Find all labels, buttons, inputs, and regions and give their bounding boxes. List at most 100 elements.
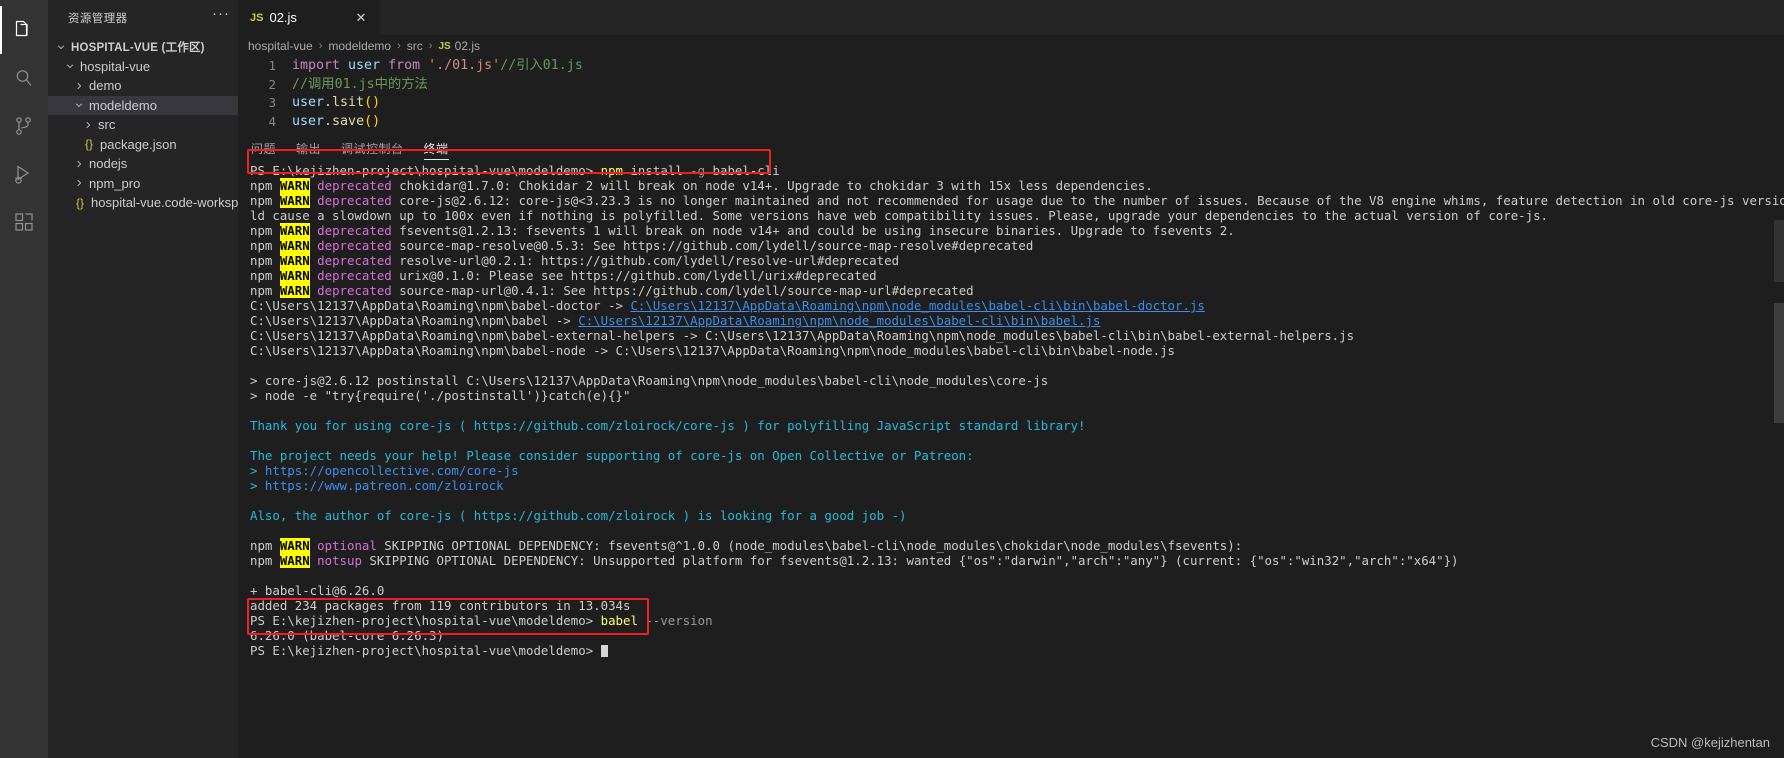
chevron-down-icon[interactable]	[54, 42, 68, 52]
tree-item-hospital-vue[interactable]: hospital-vue	[48, 57, 238, 77]
code-text: import user from './01.js'//引入01.js	[292, 58, 583, 73]
terminal-warning-line: npm WARN deprecated urix@0.1.0: Please s…	[250, 268, 877, 283]
panel-tab-终端[interactable]: 终端	[423, 133, 449, 163]
terminal-command-line: PS E:\kejizhen-project\hospital-vue\mode…	[250, 613, 713, 628]
close-icon[interactable]: ✕	[352, 9, 370, 27]
code-line: 2 //调用01.js中的方法	[238, 76, 1784, 95]
terminal-output[interactable]: PS E:\kejizhen-project\hospital-vue\mode…	[250, 163, 1784, 758]
breadcrumb-separator: ›	[397, 40, 401, 52]
tree-item-hospital-vue-code-workspace[interactable]: {} hospital-vue.code-workspace	[48, 193, 259, 213]
bottom-panel: 问题 输出 调试控制台 终端 PS E:\kejizhen-project\hospi…	[238, 133, 1784, 758]
terminal-output-line: 6.26.0 (babel-core 6.26.3)	[250, 628, 444, 643]
terminal-output-line: added 234 packages from 119 contributors…	[250, 598, 631, 613]
tree-item-demo[interactable]: demo	[48, 76, 238, 96]
panel-tab-调试控制台[interactable]: 调试控制台	[341, 133, 404, 163]
tree-item-label: src	[98, 117, 116, 133]
terminal-link-line: C:\Users\12137\AppData\Roaming\npm\babel…	[250, 313, 1101, 328]
code-line: 3 user.lsit()	[238, 94, 1784, 113]
breadcrumb: hospital-vue › modeldemo › src › JS 02.js	[238, 35, 1784, 57]
code-text: user.save()	[292, 113, 381, 129]
editor-scrollbar-slider[interactable]	[1774, 220, 1784, 282]
terminal-info-link-line: > https://www.patreon.com/zloirock	[250, 478, 504, 493]
terminal-warning-line: npm WARN deprecated source-map-resolve@0…	[250, 238, 1034, 253]
vscode-window: 资源管理器 ··· HOSPITAL-VUE (工作区) hospital-vue…	[0, 0, 1784, 758]
tree-item-label: demo	[89, 78, 122, 94]
breadcrumb-separator: ›	[318, 40, 323, 52]
tree-item-package-json[interactable]: {} package.json	[48, 135, 238, 155]
panel-tab-问题[interactable]: 问题	[251, 133, 276, 163]
terminal-output-line: + babel-cli@6.26.0	[250, 583, 385, 598]
tree-item-npm-pro[interactable]: npm_pro	[48, 174, 238, 194]
chevron-down-icon[interactable]	[72, 100, 86, 110]
chevron-down-icon[interactable]	[63, 61, 77, 71]
terminal-link-line: C:\Users\12137\AppData\Roaming\npm\babel…	[250, 298, 1205, 313]
tree-item-modeldemo[interactable]: modeldemo	[48, 95, 238, 115]
tab-02js[interactable]: JS 02.js ✕	[238, 0, 381, 35]
sidebar-explorer: 资源管理器 ··· HOSPITAL-VUE (工作区) hospital-vue…	[48, 0, 259, 758]
terminal-warning-line: npm WARN optional SKIPPING OPTIONAL DEPE…	[250, 538, 1243, 553]
terminal-warning-line: npm WARN deprecated core-js@2.6.12: core…	[250, 193, 1784, 208]
terminal-prompt: PS E:\kejizhen-project\hospital-vue\mode…	[250, 643, 1784, 658]
terminal-viewport[interactable]: PS E:\kejizhen-project\hospital-vue\mode…	[238, 163, 1784, 758]
activity-run-debug-icon[interactable]	[0, 150, 48, 198]
tab-label: 02.js	[269, 10, 297, 25]
breadcrumb-item[interactable]: hospital-vue	[248, 39, 313, 53]
tree-item-nodejs[interactable]: nodejs	[48, 154, 238, 174]
terminal-output-line: ld cause a slowdown up to 100x even if n…	[250, 208, 1549, 223]
breadcrumb-item[interactable]: modeldemo	[328, 39, 391, 53]
tree-item-src[interactable]: src	[48, 115, 238, 135]
tree-item-label: HOSPITAL-VUE (工作区)	[71, 41, 205, 54]
tree-item-label: npm_pro	[89, 175, 141, 191]
line-number: 2	[268, 76, 276, 92]
tree-item-label: package.json	[100, 136, 177, 152]
code-editor[interactable]: 1 import user from './01.js'//引入01.js 2 //调…	[238, 57, 1784, 133]
terminal-info-line: Also, the author of core-js ( https://gi…	[250, 508, 907, 523]
code-text: user.lsit()	[292, 95, 381, 110]
editor-tab-bar: JS 02.js ✕	[238, 0, 1784, 35]
sidebar-more-actions-icon[interactable]: ···	[212, 6, 230, 25]
activity-extensions-icon[interactable]	[0, 198, 48, 246]
json-file-icon: {}	[84, 137, 93, 152]
breadcrumb-item[interactable]: src	[407, 39, 423, 53]
watermark: CSDN @kejizhentan	[1650, 735, 1770, 750]
breadcrumb-item[interactable]: 02.js	[455, 39, 480, 53]
line-number: 4	[268, 113, 276, 129]
tree-item-label: modeldemo	[89, 97, 157, 113]
panel-tab-list: 问题 输出 调试控制台 终端	[238, 133, 1784, 163]
tree-item-label: nodejs	[89, 156, 128, 172]
code-line: 4 user.save()	[238, 113, 1784, 132]
terminal-output-line: > node -e "try{require('./postinstall')}…	[250, 388, 631, 403]
chevron-right-icon[interactable]	[81, 120, 95, 130]
json-file-icon: {}	[75, 195, 84, 210]
terminal-warning-line: npm WARN deprecated chokidar@1.7.0: Chok…	[250, 178, 1153, 193]
activity-explorer-icon[interactable]	[0, 6, 48, 54]
terminal-output-line: C:\Users\12137\AppData\Roaming\npm\babel…	[250, 343, 1176, 358]
chevron-right-icon[interactable]	[72, 81, 86, 91]
terminal-info-line: The project needs your help! Please cons…	[250, 448, 974, 463]
chevron-right-icon[interactable]	[72, 178, 86, 188]
breadcrumb-separator: ›	[428, 40, 433, 52]
sidebar-title: 资源管理器	[68, 12, 128, 25]
activity-search-icon[interactable]	[0, 54, 48, 102]
terminal-output-line: C:\Users\12137\AppData\Roaming\npm\babel…	[250, 328, 1355, 343]
tree-item-label: hospital-vue.code-workspace	[91, 195, 260, 211]
panel-tab-输出[interactable]: 输出	[296, 133, 321, 163]
js-file-icon: JS	[250, 11, 264, 24]
tree-item-hospital-vue[interactable]: HOSPITAL-VUE (工作区)	[48, 37, 238, 57]
js-file-icon: JS	[438, 40, 451, 52]
terminal-warning-line: npm WARN deprecated fsevents@1.2.13: fse…	[250, 223, 1235, 238]
terminal-info-line: Thank you for using core-js ( https://gi…	[250, 418, 1086, 433]
chevron-right-icon[interactable]	[72, 159, 86, 169]
activity-source-control-icon[interactable]	[0, 102, 48, 150]
terminal-info-link-line: > https://opencollective.com/core-js	[250, 463, 519, 478]
activity-bar	[0, 0, 48, 758]
tree-item-label: hospital-vue	[80, 58, 151, 74]
terminal-scrollbar-slider[interactable]	[1774, 303, 1784, 423]
terminal-command-line: PS E:\kejizhen-project\hospital-vue\mode…	[250, 163, 780, 178]
